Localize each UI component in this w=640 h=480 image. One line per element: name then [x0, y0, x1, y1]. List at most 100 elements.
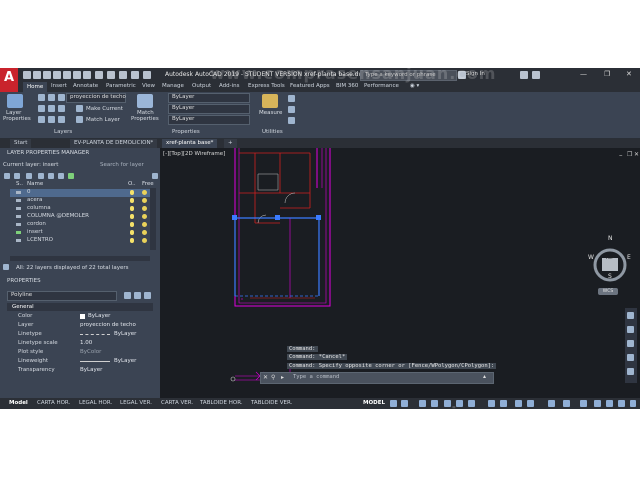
select-all-icon[interactable] [288, 117, 295, 124]
compass-w[interactable]: W [588, 254, 594, 261]
freeze-sun-icon[interactable] [142, 222, 147, 227]
viewcube-top-face[interactable]: TOP [605, 256, 614, 261]
layer-row[interactable]: 0 [10, 189, 150, 197]
new-file-icon[interactable] [23, 71, 31, 79]
id-point-icon[interactable] [288, 106, 295, 113]
layer-state-icon[interactable] [38, 94, 45, 101]
general-section-label[interactable]: General [12, 304, 34, 310]
autocad-logo[interactable]: A [0, 68, 18, 94]
on-bulb-icon[interactable] [130, 238, 134, 243]
command-expand-icon[interactable]: ▴ [483, 373, 486, 380]
layer-row[interactable]: LCENTRO [10, 237, 150, 245]
on-bulb-icon[interactable] [130, 206, 134, 211]
new-tab-button[interactable]: + [224, 139, 237, 148]
on-bulb-icon[interactable] [130, 230, 134, 235]
column-freeze[interactable]: Free [142, 181, 154, 187]
file-tab-start[interactable]: Start [10, 139, 32, 148]
print-icon[interactable] [83, 71, 91, 79]
layer-states-icon[interactable] [26, 173, 32, 179]
compass-s[interactable]: S [608, 273, 612, 280]
match-properties-icon[interactable] [137, 94, 153, 108]
plot-icon[interactable] [73, 71, 81, 79]
delete-layer-icon[interactable] [58, 173, 64, 179]
showmotion-icon[interactable] [627, 368, 634, 375]
quick-calc-icon[interactable] [288, 95, 295, 102]
tab-express-tools[interactable]: Express Tools [248, 83, 285, 89]
web-mobile-icon[interactable] [63, 71, 71, 79]
drawing-canvas[interactable]: [-][Top][2D Wireframe] – ❐ ✕ N S W E TOP… [160, 148, 640, 398]
freeze-sun-icon[interactable] [142, 214, 147, 219]
undo-icon[interactable] [95, 71, 103, 79]
layer-isolate-icon[interactable] [48, 105, 55, 112]
isolate-objects-icon[interactable] [594, 400, 601, 407]
prop-value-transparency[interactable]: ByLayer [80, 367, 102, 373]
compass-e[interactable]: E [627, 254, 631, 261]
customization-menu-icon[interactable] [630, 400, 636, 407]
prop-value-layer[interactable]: proyeccion de techo [80, 322, 136, 328]
viewcube[interactable] [588, 243, 633, 288]
on-bulb-icon[interactable] [130, 190, 134, 195]
open-icon[interactable] [33, 71, 41, 79]
layout-tab-model[interactable]: Model [9, 400, 28, 406]
utilities-group-label[interactable]: Utilities [262, 129, 283, 135]
graphics-performance-icon[interactable] [606, 400, 613, 407]
layer-delete-icon[interactable] [58, 116, 65, 123]
layer-unisolate-icon[interactable] [58, 105, 65, 112]
command-input[interactable]: Type a command [293, 374, 339, 380]
on-bulb-icon[interactable] [130, 222, 134, 227]
freeze-sun-icon[interactable] [142, 190, 147, 195]
tab-performance[interactable]: Performance [364, 83, 399, 89]
match-properties-label-2[interactable]: Properties [131, 116, 159, 122]
make-current-button[interactable]: Make Current [86, 106, 123, 112]
ribbon-minimize-icon[interactable]: ◉ ▾ [410, 83, 419, 89]
layer-merge-icon[interactable] [48, 116, 55, 123]
tab-parametric[interactable]: Parametric [106, 83, 136, 89]
select-objects-icon[interactable] [134, 292, 141, 299]
lineweight-combo[interactable]: ByLayer [168, 104, 250, 114]
layer-off-icon[interactable] [38, 105, 45, 112]
prop-value-color[interactable]: ByLayer [88, 313, 110, 319]
match-layer-button[interactable]: Match Layer [86, 117, 120, 123]
command-close-icon[interactable]: ✕ [263, 374, 268, 381]
file-tab-demolicion[interactable]: EV-PLANTA DE DEMOLICION* [70, 139, 158, 148]
color-combo[interactable]: ByLayer [168, 93, 250, 103]
orbit-icon[interactable] [627, 354, 634, 361]
save-icon[interactable] [43, 71, 51, 79]
tab-annotate[interactable]: Annotate [73, 83, 98, 89]
tab-home[interactable]: Home [23, 82, 48, 92]
linetype-combo[interactable]: ByLayer [168, 115, 250, 125]
tab-output[interactable]: Output [192, 83, 211, 89]
layers-group-label[interactable]: Layers [54, 129, 72, 135]
new-layer-icon[interactable] [38, 173, 44, 179]
toggle-pickadd-icon[interactable] [124, 292, 131, 299]
layer-row[interactable]: columna [10, 205, 150, 213]
new-layer-vp-frozen-icon[interactable] [48, 173, 54, 179]
layer-search-input[interactable]: Search for layer [100, 162, 144, 168]
clean-screen-icon[interactable] [618, 400, 625, 407]
match-layer-icon[interactable] [76, 116, 83, 123]
zoom-extents-icon[interactable] [627, 340, 634, 347]
close-icon[interactable]: ✕ [626, 70, 632, 78]
share-icon[interactable] [119, 71, 127, 79]
steering-wheel-icon[interactable] [627, 312, 634, 319]
freeze-sun-icon[interactable] [142, 238, 147, 243]
workspace-icon[interactable] [131, 71, 139, 79]
layer-lock-icon[interactable] [58, 94, 65, 101]
set-current-icon[interactable] [68, 173, 74, 179]
wcs-menu[interactable]: WCS [598, 288, 618, 295]
on-bulb-icon[interactable] [130, 198, 134, 203]
properties-group-label[interactable]: Properties [172, 129, 200, 135]
prop-value-linetype-scale[interactable]: 1.00 [80, 340, 92, 346]
quick-select-icon[interactable] [144, 292, 151, 299]
new-group-filter-icon[interactable] [14, 173, 20, 179]
make-current-icon[interactable] [76, 105, 83, 112]
layer-list-hscrollbar[interactable] [10, 256, 150, 261]
tab-featured-apps[interactable]: Featured Apps [290, 83, 330, 89]
layer-walk-icon[interactable] [38, 116, 45, 123]
exchange-icon[interactable] [520, 71, 528, 79]
tab-add-ins[interactable]: Add-ins [219, 83, 240, 89]
layer-freeze-icon[interactable] [48, 94, 55, 101]
new-property-filter-icon[interactable] [4, 173, 10, 179]
layout-tab-legal-hor[interactable]: LEGAL HOR. [79, 400, 112, 406]
redo-icon[interactable] [107, 71, 115, 79]
